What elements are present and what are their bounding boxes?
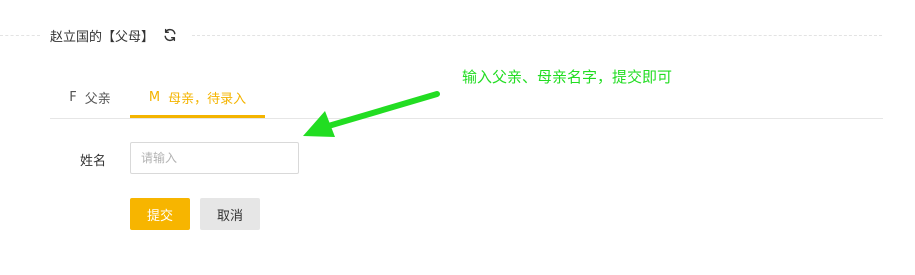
tab-mother-label: 母亲，待录入 [168,91,247,107]
submit-button[interactable]: 提交 [130,198,190,230]
tab-father-label: 父亲 [84,91,111,107]
annotation-text: 输入父亲、母亲名字，提交即可 [462,68,673,86]
page: 赵立国的【父母】 F 父亲 M 母亲，待录入 输入父亲、母亲名字，提交即可 姓名… [0,0,915,275]
section-divider-left [0,35,40,36]
cancel-button[interactable]: 取消 [200,198,260,230]
name-label: 姓名 [79,154,106,169]
annotation-arrow-icon [303,91,440,137]
tab-mother[interactable]: M 母亲，待录入 [130,78,265,118]
refresh-icon[interactable] [162,27,178,43]
tab-father[interactable]: F 父亲 [50,78,130,116]
section-divider-right [192,35,882,36]
tab-father-letter: F [69,89,77,105]
section-title: 赵立国的【父母】 [50,29,155,45]
section-header: 赵立国的【父母】 [50,26,178,45]
name-input[interactable] [130,142,299,174]
tab-mother-letter: M [148,89,161,105]
